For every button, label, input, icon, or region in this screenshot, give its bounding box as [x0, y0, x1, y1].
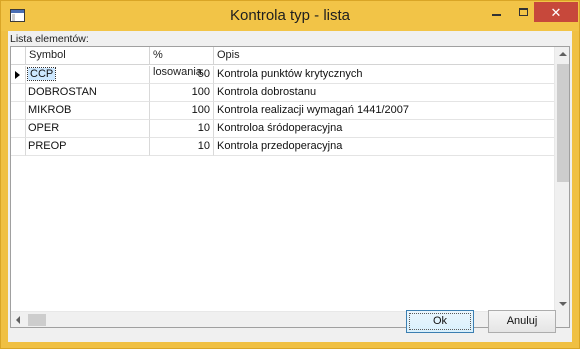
cell-pct[interactable]: 10 [150, 120, 214, 138]
cell-symbol-text: OPER [28, 122, 60, 134]
elements-grid[interactable]: Symbol % losowania Opis CCP 50 Kontrola pu… [10, 46, 570, 328]
cancel-button[interactable]: Anuluj [488, 310, 556, 333]
dialog-client-area: Lista elementów: Symbol % losowania Opis… [8, 31, 572, 342]
column-header-opis[interactable]: Opis [214, 47, 554, 65]
row-header[interactable] [11, 84, 26, 102]
current-row-arrow-icon [15, 71, 20, 79]
table-row[interactable]: CCP 50 Kontrola punktów krytycznych [11, 66, 554, 84]
table-row[interactable]: OPER 10 Kontroloa śródoperacyjna [11, 120, 554, 138]
cell-opis[interactable]: Kontrola punktów krytycznych [214, 66, 554, 84]
maximize-icon [519, 8, 528, 16]
row-header[interactable] [11, 138, 26, 156]
maximize-button[interactable] [510, 2, 537, 22]
table-row[interactable]: MIKROB 100 Kontrola realizacji wymagań 144… [11, 102, 554, 120]
close-icon: ✕ [550, 4, 562, 20]
cell-symbol[interactable]: OPER [26, 120, 150, 138]
ok-button[interactable]: Ok [406, 310, 474, 333]
minimize-button[interactable] [483, 2, 510, 22]
scrollbar-corner [554, 311, 569, 327]
table-row[interactable]: PREOP 10 Kontrola przedoperacyjna [11, 138, 554, 156]
vertical-scrollbar[interactable] [554, 47, 569, 311]
vertical-scroll-thumb[interactable] [557, 64, 569, 182]
scroll-up-icon[interactable] [559, 52, 567, 56]
cell-symbol[interactable]: MIKROB [26, 102, 150, 120]
row-header[interactable] [11, 120, 26, 138]
column-header-symbol[interactable]: Symbol [26, 47, 150, 65]
row-header[interactable] [11, 66, 26, 84]
cell-pct[interactable]: 100 [150, 102, 214, 120]
horizontal-scroll-thumb[interactable] [28, 314, 46, 326]
cell-symbol-text: DOBROSTAN [28, 86, 97, 98]
focus-rectangle [409, 313, 471, 330]
minimize-icon [492, 14, 501, 16]
cell-symbol[interactable]: PREOP [26, 138, 150, 156]
cell-pct[interactable]: 10 [150, 138, 214, 156]
cell-opis[interactable]: Kontrola realizacji wymagań 1441/2007 [214, 102, 554, 120]
table-row[interactable]: DOBROSTAN 100 Kontrola dobrostanu [11, 84, 554, 102]
scroll-left-icon[interactable] [16, 316, 20, 324]
cell-symbol-text: CCP [26, 67, 57, 81]
cell-pct[interactable]: 100 [150, 84, 214, 102]
scroll-down-icon[interactable] [559, 302, 567, 306]
row-header[interactable] [11, 102, 26, 120]
cell-opis[interactable]: Kontroloa śródoperacyjna [214, 120, 554, 138]
grid-header: Symbol % losowania Opis [11, 47, 554, 78]
cell-symbol[interactable]: DOBROSTAN [26, 84, 150, 102]
cell-pct[interactable]: 50 [150, 66, 214, 84]
cell-symbol-text: PREOP [28, 140, 67, 152]
dialog-window: Kontrola typ - lista ✕ Lista elementów: … [0, 0, 580, 349]
close-button[interactable]: ✕ [534, 2, 578, 22]
title-bar[interactable]: Kontrola typ - lista ✕ [1, 1, 579, 31]
cell-symbol[interactable]: CCP [26, 66, 150, 84]
group-label: Lista elementów: [10, 33, 89, 45]
row-header-corner [11, 47, 26, 65]
cell-opis[interactable]: Kontrola dobrostanu [214, 84, 554, 102]
cell-symbol-text: MIKROB [28, 104, 72, 116]
cancel-button-label: Anuluj [506, 315, 538, 327]
cell-opis[interactable]: Kontrola przedoperacyjna [214, 138, 554, 156]
column-header-pct[interactable]: % losowania [150, 47, 214, 78]
